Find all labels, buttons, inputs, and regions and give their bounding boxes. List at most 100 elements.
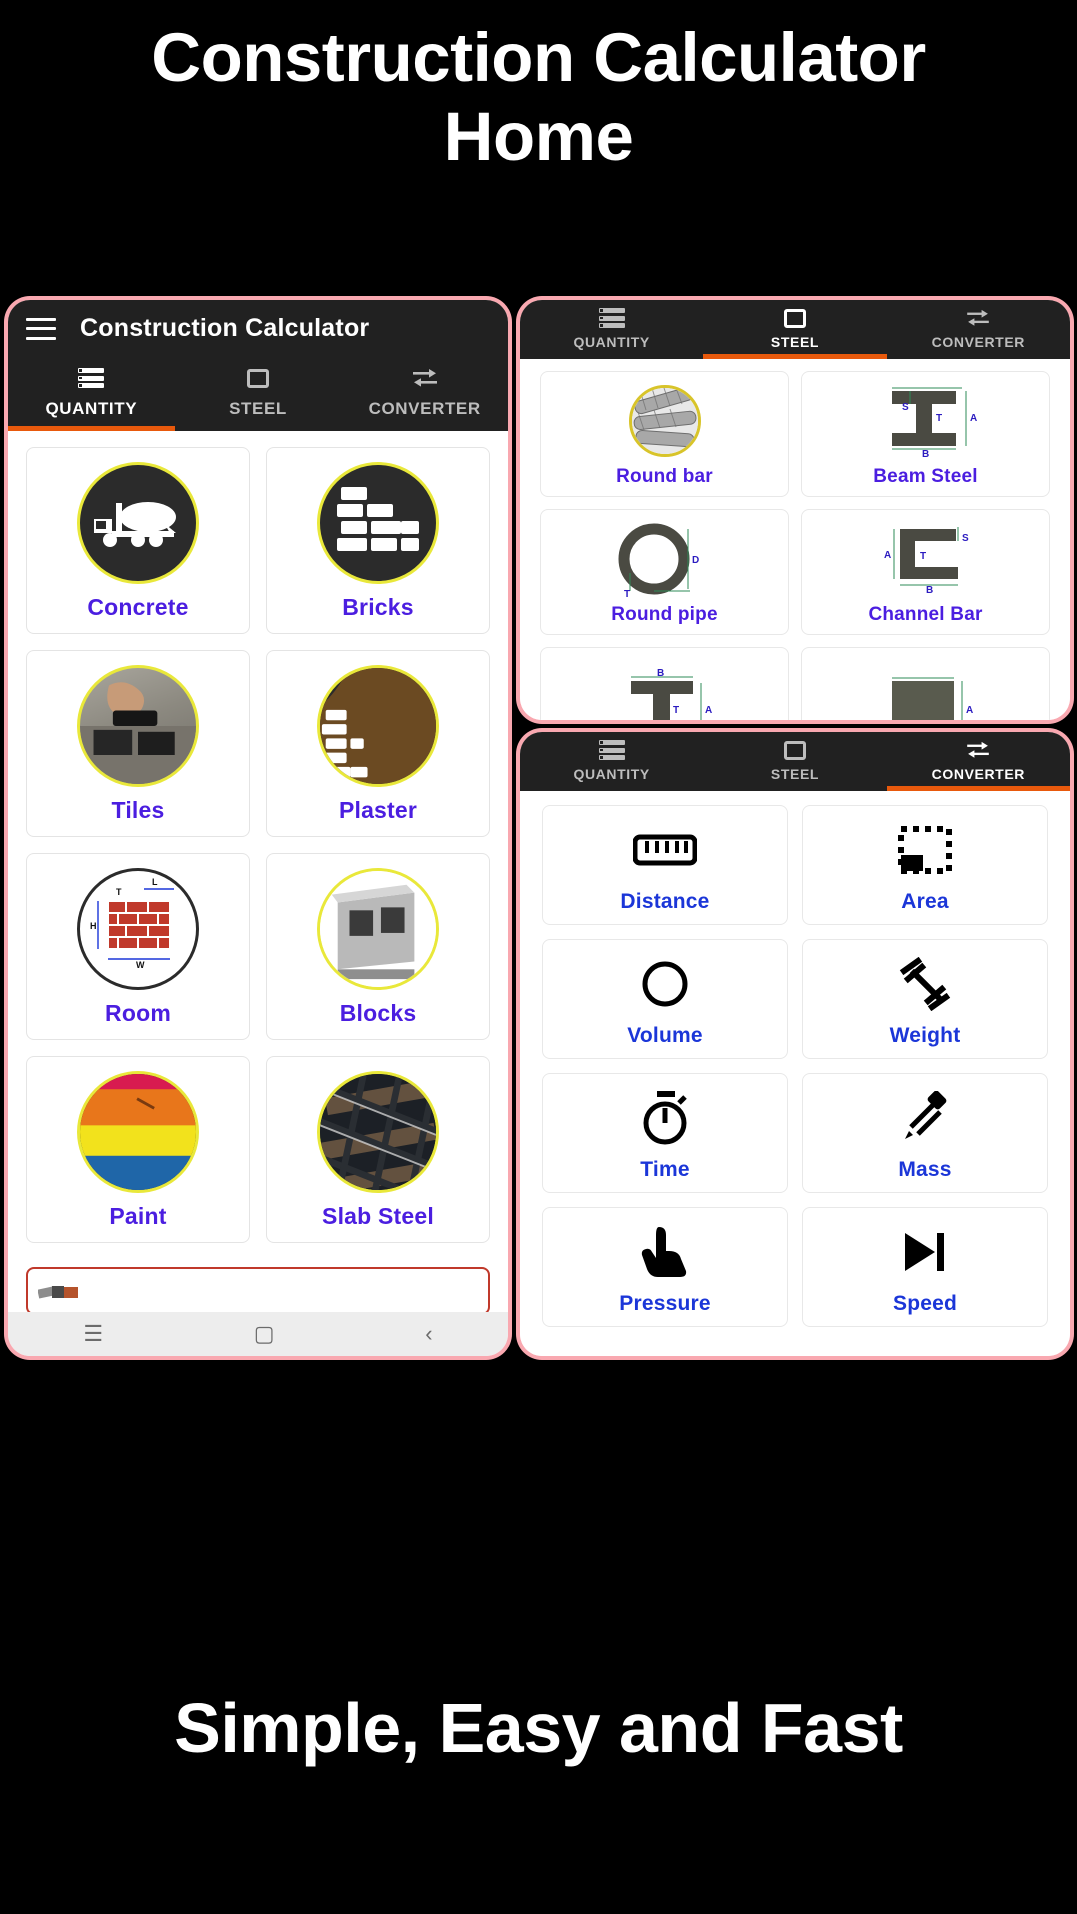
card-label: Blocks — [339, 1000, 417, 1026]
svg-text:B: B — [657, 669, 664, 679]
steel-grid: Round bar S T A B Beam Steel D T Round p… — [520, 359, 1070, 720]
rebar-mesh-photo-icon — [317, 1071, 439, 1193]
hollow-block-icon — [317, 868, 439, 990]
tab-bar-steel: QUANTITY STEEL CONVERTER — [520, 300, 1070, 359]
tile-laying-photo-icon — [77, 665, 199, 787]
headline-line-1: Construction Calculator — [151, 19, 926, 96]
card-pressure[interactable]: Pressure — [542, 1207, 788, 1327]
square-icon — [703, 306, 886, 330]
card-channel-bar[interactable]: S A T B Channel Bar — [801, 509, 1050, 635]
card-slab-steel[interactable]: Slab Steel — [266, 1056, 490, 1243]
home-button[interactable]: ▢ — [254, 1321, 275, 1347]
app-bar: Construction Calculator — [8, 300, 508, 355]
svg-text:B: B — [926, 585, 933, 596]
android-nav-bar: ☰ ▢ ‹ — [8, 1312, 508, 1356]
phone-mockup-converter: QUANTITY STEEL CONVERTER Distance Area V… — [516, 728, 1074, 1360]
tab-steel[interactable]: STEEL — [703, 300, 887, 359]
tab-bar-converter: QUANTITY STEEL CONVERTER — [520, 732, 1070, 791]
pressing-hand-icon — [641, 1224, 689, 1280]
stopwatch-icon — [639, 1090, 691, 1146]
card-bricks[interactable]: Bricks — [266, 447, 490, 634]
tab-converter[interactable]: CONVERTER — [887, 300, 1070, 359]
tab-active-indicator — [886, 786, 1070, 791]
card-t-steel[interactable]: B T A — [540, 647, 789, 720]
swap-arrows-icon — [341, 363, 508, 393]
card-tiles[interactable]: Tiles — [26, 650, 250, 837]
card-label: Plaster — [338, 797, 418, 823]
card-label: Round pipe — [611, 604, 718, 625]
svg-text:S: S — [962, 533, 969, 544]
app-title: Construction Calculator — [80, 314, 370, 342]
card-plate-steel[interactable]: A — [801, 647, 1050, 720]
svg-text:B: B — [922, 449, 929, 459]
card-label: Volume — [627, 1024, 703, 1047]
card-round-bar[interactable]: Round bar — [540, 371, 789, 497]
converter-grid: Distance Area Volume Weight Time Mass Pr… — [520, 791, 1070, 1327]
card-distance[interactable]: Distance — [542, 805, 788, 925]
svg-text:T: T — [673, 705, 679, 716]
tab-quantity-label: QUANTITY — [45, 399, 138, 418]
plate-diagram-icon: A — [866, 668, 986, 720]
ad-banner[interactable] — [26, 1267, 490, 1312]
card-label: Speed — [892, 1292, 958, 1315]
card-blocks[interactable]: Blocks — [266, 853, 490, 1040]
card-speed[interactable]: Speed — [802, 1207, 1048, 1327]
svg-text:A: A — [705, 705, 712, 716]
svg-text:A: A — [966, 705, 973, 716]
card-mass[interactable]: Mass — [802, 1073, 1048, 1193]
card-label: Distance — [620, 890, 710, 913]
tab-converter[interactable]: CONVERTER — [886, 732, 1070, 791]
card-label: Room — [105, 1000, 171, 1026]
phone-mockup-quantity: Construction Calculator QUANTITY STEEL C… — [4, 296, 512, 1360]
paint-stripes-icon — [77, 1071, 199, 1193]
concrete-mixer-truck-icon — [77, 462, 199, 584]
dumbbell-icon — [898, 956, 952, 1012]
svg-text:H: H — [90, 921, 97, 931]
brick-wall-icon — [317, 462, 439, 584]
card-round-pipe[interactable]: D T Round pipe — [540, 509, 789, 635]
card-label: Beam Steel — [873, 466, 978, 487]
phone-mockup-steel: QUANTITY STEEL CONVERTER Round bar S T A… — [516, 296, 1074, 724]
dashed-area-icon — [897, 822, 953, 878]
pipette-icon — [899, 1090, 951, 1146]
recents-button[interactable]: ☰ — [83, 1321, 103, 1347]
card-area[interactable]: Area — [802, 805, 1048, 925]
tab-quantity[interactable]: QUANTITY — [8, 355, 175, 431]
back-button[interactable]: ‹ — [425, 1321, 432, 1347]
tab-steel[interactable]: STEEL — [175, 355, 342, 431]
svg-text:T: T — [624, 589, 630, 597]
plaster-wall-icon — [317, 665, 439, 787]
card-paint[interactable]: Paint — [26, 1056, 250, 1243]
card-plaster[interactable]: Plaster — [266, 650, 490, 837]
swap-arrows-icon — [887, 738, 1070, 762]
ruler-icon — [633, 822, 697, 878]
card-concrete[interactable]: Concrete — [26, 447, 250, 634]
pipe-ring-diagram-icon: D T — [610, 520, 720, 598]
svg-text:A: A — [970, 413, 977, 424]
svg-text:T: T — [116, 887, 122, 897]
card-volume[interactable]: Volume — [542, 939, 788, 1059]
rebar-bundle-photo-icon — [628, 382, 701, 460]
card-label: Tiles — [111, 797, 165, 823]
tab-quantity[interactable]: QUANTITY — [520, 732, 703, 791]
list-icon — [520, 738, 703, 762]
card-room[interactable]: H W L T Room — [26, 853, 250, 1040]
card-label: Slab Steel — [322, 1203, 434, 1229]
tab-quantity[interactable]: QUANTITY — [520, 300, 703, 359]
card-time[interactable]: Time — [542, 1073, 788, 1193]
swap-arrows-icon — [887, 306, 1070, 330]
card-weight[interactable]: Weight — [802, 939, 1048, 1059]
promo-banner: Construction Calculator Home Constructio… — [0, 0, 1077, 1914]
card-label: Pressure — [619, 1292, 711, 1315]
list-icon — [8, 363, 175, 393]
i-beam-diagram-icon: S T A B — [866, 382, 986, 460]
card-beam-steel[interactable]: S T A B Beam Steel — [801, 371, 1050, 497]
hamburger-menu-icon[interactable] — [26, 317, 56, 340]
svg-text:T: T — [920, 551, 926, 562]
tab-steel[interactable]: STEEL — [703, 732, 886, 791]
channel-bar-diagram-icon: S A T B — [866, 520, 986, 598]
t-bar-diagram-icon: B T A — [605, 668, 725, 720]
circle-outline-icon — [640, 956, 690, 1012]
headline-line-2: Home — [443, 98, 634, 176]
tab-converter[interactable]: CONVERTER — [341, 355, 508, 431]
